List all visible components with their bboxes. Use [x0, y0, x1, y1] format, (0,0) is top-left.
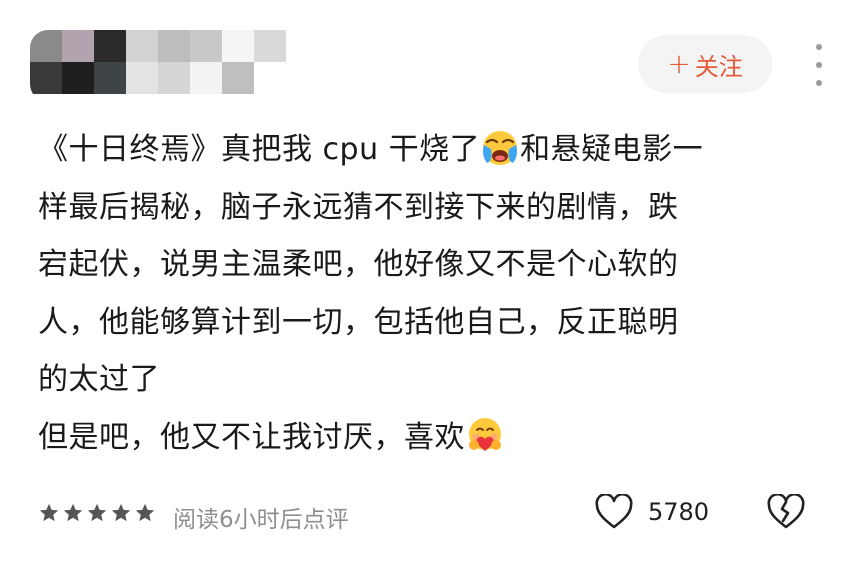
avatar-pixel — [94, 62, 126, 94]
post-header: + 关注 — [0, 0, 866, 110]
post-line: 宕起伏，说男主温柔吧，他好像又不是个心软的 — [38, 236, 828, 294]
star-icon — [39, 503, 59, 522]
like-button[interactable]: 5780 — [594, 494, 709, 530]
post-footer: 阅读6小时后点评 5780 — [38, 490, 828, 540]
avatar-pixel — [190, 62, 222, 94]
post-text: 宕起伏，说男主温柔吧，他好像又不是个心软的 — [38, 247, 679, 282]
star-icon — [63, 503, 83, 522]
broken-heart-icon — [767, 492, 805, 529]
post-line: 样最后揭秘，脑子永远猜不到接下来的剧情，跌 — [38, 179, 828, 237]
plus-icon: + — [667, 47, 691, 80]
avatar-pixel — [222, 30, 254, 62]
avatar-pixel — [190, 30, 222, 62]
avatar-pixel — [126, 62, 158, 94]
avatar-pixel — [30, 30, 62, 62]
post-content: 《十日终焉》真把我 cpu 干烧了 和悬疑电影一 样最后揭秘，脑子永远猜不到接下… — [38, 121, 828, 466]
post-text: 和悬疑电影一 — [520, 132, 704, 167]
avatar-pixel — [126, 30, 158, 62]
avatar-pixel — [62, 30, 94, 62]
post-text: 样最后揭秘，脑子永远猜不到接下来的剧情，跌 — [38, 189, 679, 225]
avatar-pixel — [254, 62, 286, 94]
star-icon — [111, 503, 131, 522]
heart-hug-face-emoji-icon — [469, 417, 501, 451]
like-count: 5780 — [648, 498, 710, 526]
rating-stars — [38, 502, 156, 524]
post-line: 人，他能够算计到一切，包括他自己，反正聪明 — [38, 294, 828, 352]
more-dot — [816, 62, 822, 68]
avatar-pixel — [254, 30, 286, 62]
star-icon — [135, 503, 155, 522]
post-line: 《十日终焉》真把我 cpu 干烧了 和悬疑电影一 — [38, 121, 828, 179]
post-text: 的太过了 — [38, 362, 160, 397]
avatar-pixel — [158, 30, 190, 62]
avatar[interactable] — [30, 30, 302, 102]
read-duration-note: 阅读6小时后点评 — [173, 507, 349, 533]
avatar-pixel — [62, 62, 94, 94]
post-text: 人，他能够算计到一切，包括他自己，反正聪明 — [38, 304, 679, 340]
more-options-icon[interactable] — [810, 44, 828, 86]
heart-icon — [595, 494, 633, 529]
dislike-button[interactable] — [766, 492, 806, 534]
avatar-pixel — [94, 30, 126, 62]
post-line: 但是吧，他又不让我讨厌，喜欢 — [38, 409, 828, 467]
post-text: 《十日终焉》真把我 cpu 干烧了 — [38, 132, 481, 167]
avatar-pixel — [222, 62, 254, 94]
more-dot — [816, 44, 822, 50]
follow-button[interactable]: + 关注 — [638, 35, 772, 93]
star-icon — [87, 503, 107, 522]
avatar-pixel — [30, 62, 62, 94]
follow-label: 关注 — [694, 52, 743, 81]
post-line: 的太过了 — [38, 351, 828, 409]
avatar-pixel — [158, 62, 190, 94]
crying-face-emoji-icon — [483, 131, 518, 165]
post-text: 但是吧，他又不让我讨厌，喜欢 — [38, 419, 465, 455]
more-dot — [816, 80, 822, 86]
